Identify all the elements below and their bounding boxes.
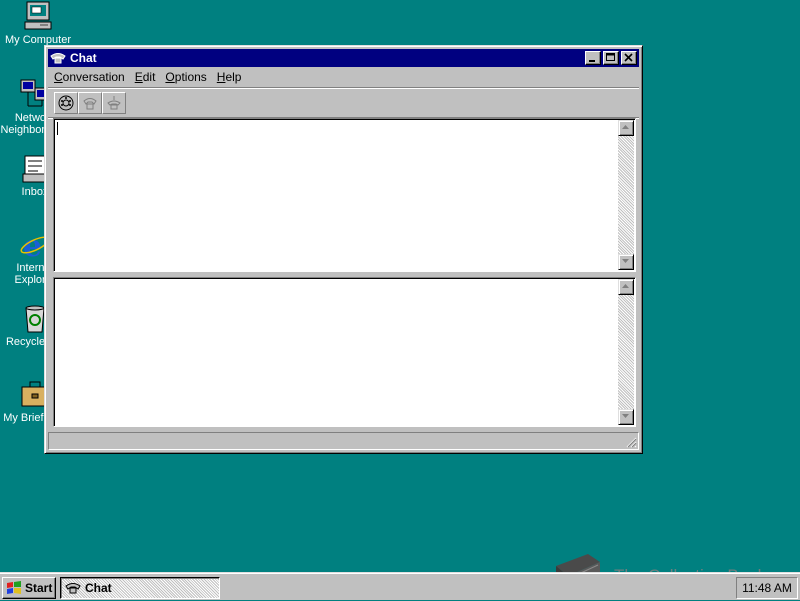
status-bar [48,432,639,450]
start-button[interactable]: Start [2,577,56,599]
menu-bar: Conversation Edit Options Help [48,67,639,87]
menu-edit[interactable]: Edit [131,70,162,84]
dial-icon [58,95,74,111]
answer-icon [83,98,97,110]
maximize-button[interactable] [603,51,619,65]
hang-up-icon [107,96,121,110]
toolbar [48,90,639,116]
scroll-up-button[interactable] [618,279,634,295]
taskbar-button-label: Chat [85,581,112,595]
remote-message-text [57,121,615,269]
scroll-down-button[interactable] [618,409,634,425]
answer-button[interactable] [78,92,102,114]
my-computer-icon [22,0,54,32]
scroll-down-button[interactable] [618,254,634,270]
desktop: My Computer Network Neighborhood Inbox e… [0,0,800,596]
toolbar-separator [48,87,639,89]
clock[interactable]: 11:48 AM [742,581,792,595]
remote-message-pane[interactable] [53,118,636,272]
start-label: Start [25,581,53,595]
local-message-text [57,280,615,424]
local-message-pane[interactable] [53,277,636,427]
chat-icon [50,51,66,65]
menu-options[interactable]: Options [161,70,212,84]
vertical-scrollbar[interactable] [618,279,634,425]
chat-icon [65,583,81,594]
dial-button[interactable] [54,92,78,114]
vertical-scrollbar[interactable] [618,120,634,270]
arrow-down-icon [622,414,629,418]
arrow-down-icon [622,259,629,263]
arrow-up-icon [622,284,629,288]
resize-grip-icon[interactable] [625,436,637,448]
window-title: Chat [70,51,97,65]
taskbar-button-chat[interactable]: Chat [60,577,220,599]
scroll-up-button[interactable] [618,120,634,136]
minimize-button[interactable] [585,51,601,65]
taskbar: Start Chat 11:48 AM [0,572,800,600]
system-tray: 11:48 AM [736,577,798,599]
title-bar[interactable]: Chat [48,49,639,67]
windows-logo-icon [7,581,21,594]
menu-help[interactable]: Help [213,70,248,84]
text-caret [57,122,58,135]
arrow-up-icon [622,125,629,129]
desktop-icon-my-computer[interactable]: My Computer [3,0,73,46]
menu-conversation[interactable]: Conversation [50,70,131,84]
hang-up-button[interactable] [102,92,126,114]
close-button[interactable] [621,51,637,65]
chat-window[interactable]: Chat Conversation Edit Options Help [44,45,643,454]
